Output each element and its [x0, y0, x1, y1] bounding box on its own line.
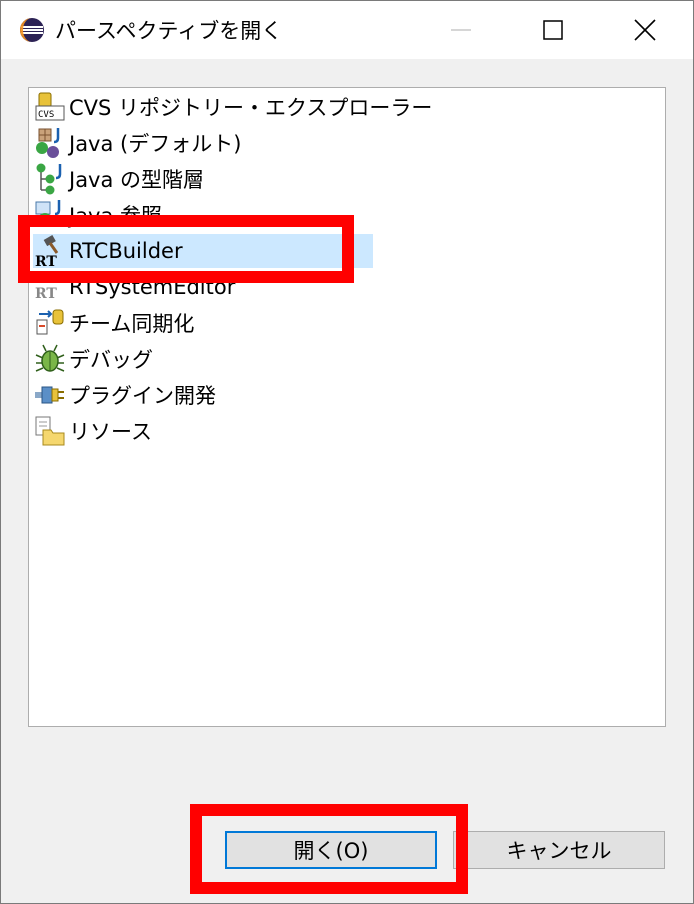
java-browsing-icon [33, 198, 67, 232]
plugin-development-icon [33, 378, 67, 412]
list-item-java-browsing[interactable]: Java 参照 [33, 198, 162, 232]
close-icon [634, 19, 656, 41]
resource-folder-icon [33, 414, 67, 448]
team-synchronize-icon [33, 306, 67, 340]
list-item-plugin-development[interactable]: プラグイン開発 [33, 378, 216, 412]
open-button[interactable]: 開く(O) [225, 831, 437, 869]
minimize-icon [451, 29, 471, 31]
list-item-label: RTCBuilder [69, 239, 183, 263]
cancel-button[interactable]: キャンセル [453, 831, 665, 869]
list-item-cvs[interactable]: CVS CVS リポジトリー・エクスプローラー [33, 90, 432, 124]
open-perspective-dialog: パースペクティブを開く CVS CVS リポジトリー・エクスプローラー Java… [0, 0, 694, 904]
list-item-label: Java の型階層 [69, 168, 205, 192]
eclipse-icon [20, 18, 44, 42]
title-bar[interactable]: パースペクティブを開く [1, 1, 693, 59]
list-item-label: チーム同期化 [69, 312, 195, 336]
list-item-label: リソース [69, 420, 152, 444]
list-item-java-default[interactable]: Java (デフォルト) [33, 126, 241, 160]
java-perspective-icon [33, 126, 67, 160]
list-item-label: Java (デフォルト) [69, 132, 242, 156]
svg-text:RT: RT [35, 254, 57, 268]
list-item-rtsystemeditor[interactable]: RT RTSystemEditor [33, 270, 235, 304]
rtcbuilder-icon: RT [33, 234, 67, 270]
svg-text:RT: RT [35, 286, 57, 302]
cvs-repository-icon: CVS [33, 90, 67, 124]
java-type-hierarchy-icon [33, 162, 67, 196]
maximize-button[interactable] [507, 1, 599, 59]
list-item-label: Java 参照 [69, 204, 163, 228]
list-item-debug[interactable]: デバッグ [33, 342, 153, 376]
perspective-list[interactable]: CVS CVS リポジトリー・エクスプローラー Java (デフォルト) Jav… [28, 87, 666, 727]
maximize-icon [543, 20, 563, 40]
list-item-java-type-hierarchy[interactable]: Java の型階層 [33, 162, 204, 196]
list-item-resource[interactable]: リソース [33, 414, 152, 448]
list-item-label: RTSystemEditor [69, 275, 236, 299]
debug-bug-icon [33, 342, 67, 376]
list-item-label: CVS リポジトリー・エクスプローラー [69, 96, 433, 120]
dialog-title: パースペクティブを開く [55, 19, 283, 43]
rtsystemeditor-icon: RT [33, 270, 67, 304]
minimize-button[interactable] [415, 1, 507, 59]
close-button[interactable] [599, 1, 691, 59]
list-item-rtcbuilder[interactable]: RT RTCBuilder [33, 234, 373, 270]
list-item-label: プラグイン開発 [69, 384, 216, 408]
list-item-label: デバッグ [69, 348, 153, 372]
svg-text:CVS: CVS [38, 110, 54, 120]
list-item-team-synchronize[interactable]: チーム同期化 [33, 306, 194, 340]
